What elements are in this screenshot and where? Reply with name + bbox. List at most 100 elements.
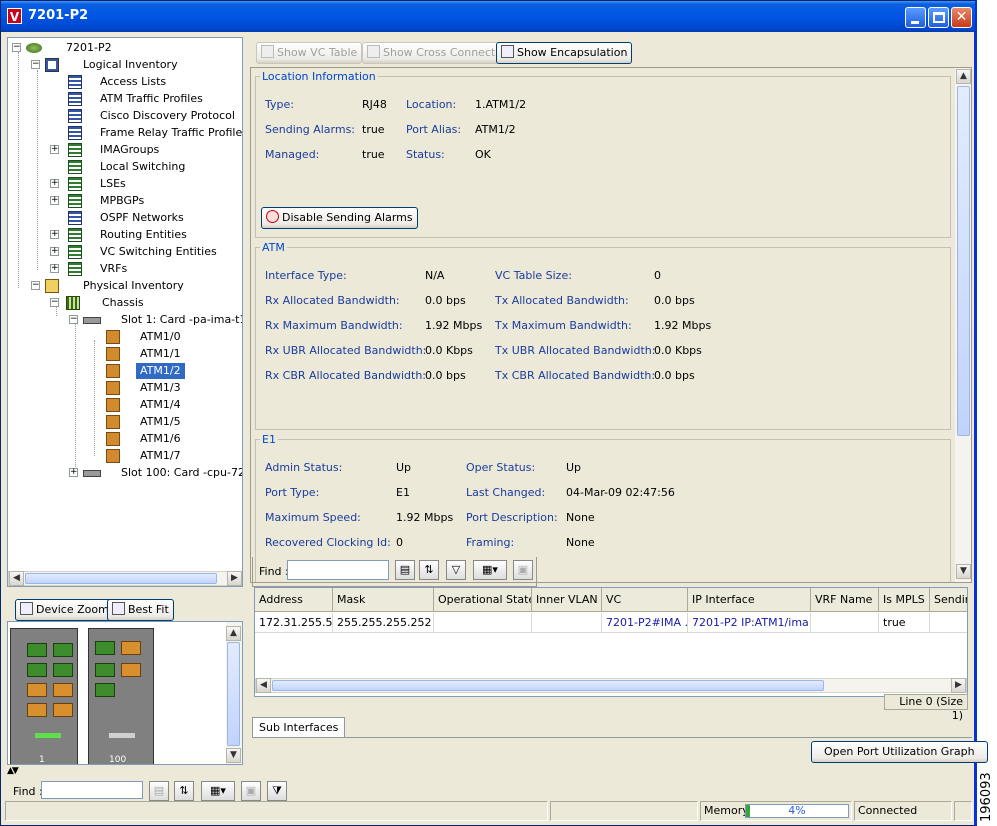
tree-label: Frame Relay Traffic Profiles [100, 126, 243, 139]
field-value: E1 [396, 486, 410, 499]
scroll-thumb[interactable] [227, 642, 240, 746]
expand-icon[interactable]: + [50, 145, 59, 154]
device-zoom-button[interactable]: Device Zoom [15, 599, 114, 621]
column-header[interactable]: VRF Name [811, 588, 879, 611]
field-value: Up [566, 461, 582, 474]
column-header[interactable]: Mask [333, 588, 434, 611]
field-label: Last Changed: [466, 486, 546, 499]
properties-icon[interactable]: ▣ [513, 560, 533, 580]
sort-icon[interactable]: ⇅ [174, 781, 194, 801]
table-cell[interactable]: 7201-P2 IP:ATM1/ima1 [688, 613, 811, 632]
tree-label: LSEs [100, 177, 126, 190]
maximize-button[interactable] [928, 7, 949, 28]
expand-icon[interactable]: + [69, 468, 78, 477]
expand-icon[interactable]: + [50, 196, 59, 205]
minimize-button[interactable] [905, 7, 926, 28]
collapse-icon[interactable]: − [31, 281, 40, 290]
tree-label: IMAGroups [100, 143, 160, 156]
status-grip[interactable] [954, 801, 972, 821]
disable-sending-alarms-button[interactable]: Disable Sending Alarms [261, 207, 418, 229]
field-value: 0.0 Kbps [425, 344, 473, 357]
device-thumbnail[interactable]: 1 100 ▲ ▼ [7, 621, 243, 765]
field-value: 1.92 Mbps [425, 319, 483, 332]
properties-icon[interactable]: ▣ [241, 781, 261, 801]
physical-inventory-icon [45, 279, 59, 293]
button-label: Device Zoom [36, 603, 109, 616]
tree-label: ATM1/3 [140, 381, 181, 394]
columns-menu-icon[interactable]: ▦▾ [473, 560, 507, 580]
port-icon [106, 432, 120, 446]
collapse-icon[interactable]: − [69, 315, 78, 324]
export-icon[interactable]: ▤ [395, 560, 415, 580]
field-label: Port Alias: [406, 123, 462, 136]
table-hscrollbar[interactable]: ◀ ▶ [255, 678, 967, 693]
filter-icon[interactable]: ▽ [446, 560, 466, 580]
sort-icon[interactable]: ⇅ [419, 560, 439, 580]
collapse-icon[interactable]: − [50, 298, 59, 307]
button-label: Best Fit [128, 603, 169, 616]
export-icon[interactable]: ▤ [149, 781, 169, 801]
table-cell[interactable]: 7201-P2#IMA ... [602, 613, 688, 632]
expand-icon[interactable]: + [50, 247, 59, 256]
tab-sub-interfaces[interactable]: Sub Interfaces [252, 717, 346, 737]
expand-icon[interactable]: + [50, 179, 59, 188]
tree-hscrollbar[interactable]: ◀ ▶ [8, 571, 242, 586]
collapse-icon[interactable]: − [31, 60, 40, 69]
detail-vscrollbar[interactable]: ▲ ▼ [955, 68, 971, 582]
column-header[interactable]: Inner VLAN [532, 588, 602, 611]
column-header[interactable]: IP Interface [688, 588, 811, 611]
collapse-icon[interactable]: − [12, 43, 21, 52]
thumb-vscrollbar[interactable]: ▲ ▼ [226, 622, 242, 764]
chassis-icon [66, 296, 80, 310]
column-header[interactable]: Is MPLS [879, 588, 930, 611]
columns-menu-icon[interactable]: ▦▾ [201, 781, 235, 801]
tree-label: Slot 1: Card -pa-ima-t1 [121, 313, 243, 326]
best-fit-button[interactable]: Best Fit [107, 599, 174, 621]
table-icon [68, 211, 82, 225]
title-bar[interactable]: V 7201-P2 ✕ [1, 1, 975, 32]
column-header[interactable]: Sendin [930, 588, 967, 611]
rack-slot-100: 100 [88, 628, 154, 765]
tree-label: ATM Traffic Profiles [100, 92, 203, 105]
detail-panel: Show VC Table Show Cross Connect Show En… [250, 37, 988, 767]
expand-icon[interactable]: + [50, 264, 59, 273]
column-header[interactable]: Operational State [434, 588, 532, 611]
scroll-right-icon[interactable]: ▶ [227, 571, 242, 586]
show-cross-connect-button[interactable]: Show Cross Connect [362, 42, 501, 64]
table-cell: 255.255.255.252 [333, 613, 434, 632]
column-header[interactable]: Address [255, 588, 333, 611]
table-row[interactable]: 172.31.255.54 255.255.255.252 7201-P2#IMA … [255, 613, 967, 633]
field-label: Port Type: [265, 486, 320, 499]
field-value: 0.0 bps [654, 369, 695, 382]
show-vc-table-button[interactable]: Show VC Table [256, 42, 363, 64]
scroll-up-icon[interactable]: ▲ [226, 626, 241, 641]
scroll-up-icon[interactable]: ▲ [956, 69, 971, 84]
scroll-down-icon[interactable]: ▼ [956, 564, 971, 579]
table-find-input[interactable] [287, 560, 389, 580]
tree-guide [37, 70, 38, 270]
show-encapsulation-button[interactable]: Show Encapsulation [496, 42, 633, 64]
scroll-thumb[interactable] [25, 573, 217, 584]
field-label: Rx UBR Allocated Bandwidth: [265, 344, 427, 357]
bottom-find-input[interactable] [41, 781, 143, 799]
router-icon [26, 43, 42, 53]
tree-label: OSPF Networks [100, 211, 184, 224]
expand-icon[interactable]: + [50, 230, 59, 239]
column-header[interactable]: VC [602, 588, 688, 611]
scroll-right-icon[interactable]: ▶ [951, 678, 966, 693]
button-label: Show Encapsulation [517, 46, 628, 59]
close-button[interactable]: ✕ [951, 7, 972, 28]
scroll-down-icon[interactable]: ▼ [226, 748, 241, 763]
tree-label: ATM1/4 [140, 398, 181, 411]
tree-guide [94, 340, 95, 456]
scroll-thumb[interactable] [957, 86, 970, 436]
scroll-left-icon[interactable]: ◀ [256, 678, 271, 693]
scroll-left-icon[interactable]: ◀ [9, 571, 24, 586]
table-icon [68, 126, 82, 140]
clear-filter-icon[interactable]: ⧩ [267, 781, 287, 801]
scroll-thumb[interactable] [272, 680, 824, 691]
slot-number: 100 [109, 755, 127, 765]
tree-label: ATM1/7 [140, 449, 181, 462]
open-port-utilization-graph-button[interactable]: Open Port Utilization Graph [811, 741, 988, 763]
tree-guide [75, 323, 76, 473]
